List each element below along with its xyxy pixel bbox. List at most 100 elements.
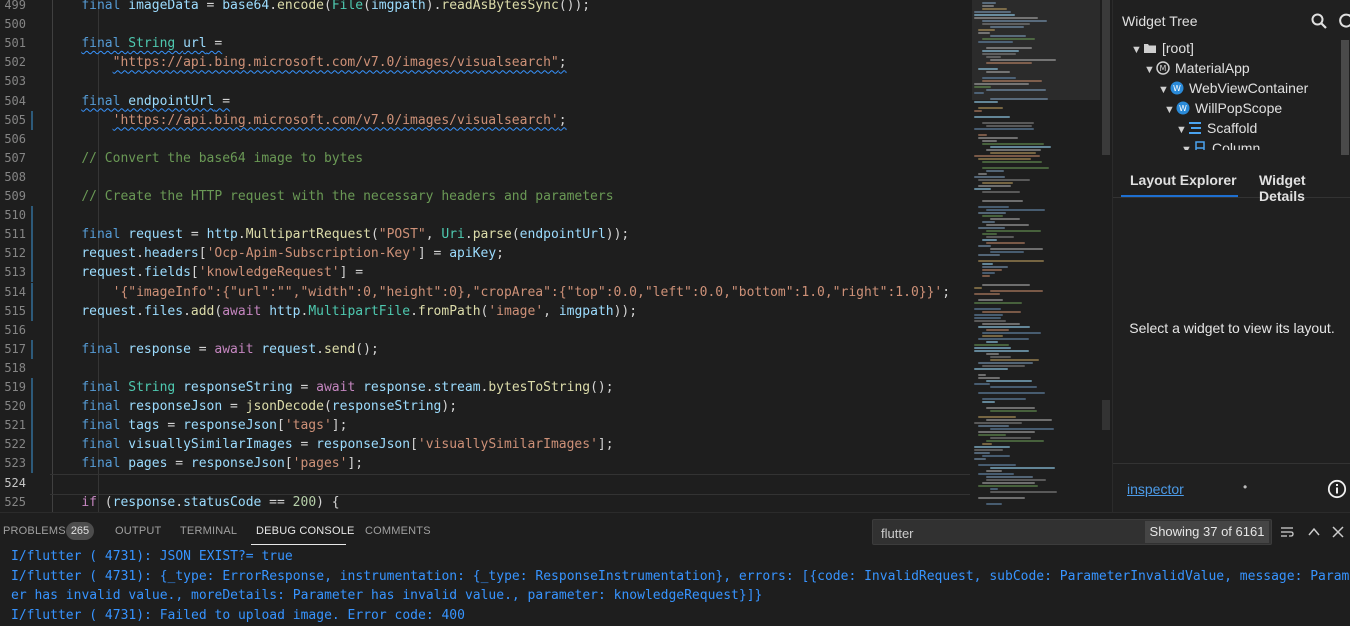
code-token: bytesToString: [488, 380, 591, 395]
tab-widget-details[interactable]: Widget Details: [1259, 172, 1350, 204]
chevron-down-icon[interactable]: ▼: [1181, 140, 1193, 150]
inspector-link[interactable]: inspector: [1127, 481, 1184, 497]
chevron-up-icon[interactable]: [1307, 525, 1321, 539]
chevron-down-icon[interactable]: ▼: [1176, 120, 1188, 140]
search-icon[interactable]: [1310, 12, 1328, 30]
close-icon[interactable]: [1331, 525, 1345, 539]
minimap-line: [986, 125, 1032, 127]
code-line[interactable]: 518: [0, 359, 970, 378]
minimap-line: [982, 221, 995, 223]
code-token: 'image': [488, 303, 544, 319]
scrollbar-thumb[interactable]: [1102, 0, 1110, 155]
problems-count-badge: 265: [66, 522, 94, 540]
code-line[interactable]: 509 // Create the HTTP request with the …: [0, 187, 970, 206]
code-line[interactable]: 524: [0, 473, 970, 495]
code-token: add: [190, 303, 215, 319]
code-text: request.fields['knowledgeRequest'] =: [50, 263, 363, 282]
tree-item-column[interactable]: ▼ Column: [1181, 138, 1260, 150]
code-line[interactable]: 514 '{"imageInfo":{"url":"","width":0,"h…: [0, 282, 970, 302]
code-line[interactable]: 500: [0, 15, 970, 34]
tree-item-materialapp[interactable]: ▼ M MaterialApp: [1144, 58, 1250, 78]
code-token: .: [183, 303, 191, 319]
minimap[interactable]: [972, 0, 1100, 512]
editor-scrollbar[interactable]: [1100, 0, 1112, 512]
code-line[interactable]: 522 final visuallySimilarImages = respon…: [0, 435, 970, 455]
widget-icon: W: [1176, 101, 1190, 115]
code-line[interactable]: 520 final responseJson = jsonDecode(resp…: [0, 397, 970, 417]
minimap-line: [978, 299, 1003, 301]
code-line[interactable]: 521 final tags = responseJson['tags'];: [0, 416, 970, 436]
tab-layout-explorer[interactable]: Layout Explorer: [1130, 172, 1237, 188]
code-line[interactable]: 507 // Convert the base64 image to bytes: [0, 149, 970, 168]
code-token: imgpath: [558, 303, 614, 319]
code-token: [: [284, 456, 293, 472]
code-token: responseJson: [190, 456, 285, 472]
code-token: "https://api.bing.microsoft.com/v7.0/ima…: [112, 55, 559, 71]
code-line[interactable]: 513 request.fields['knowledgeRequest'] =: [0, 263, 970, 283]
minimap-line: [974, 83, 1029, 85]
code-line[interactable]: 508: [0, 168, 970, 187]
code-text: request.files.add(await http.MultipartFi…: [50, 302, 637, 321]
tree-item-willpopscope[interactable]: ▼ W WillPopScope: [1164, 98, 1282, 118]
tree-item-scaffold[interactable]: ▼ Scaffold: [1176, 118, 1257, 138]
code-token: ).: [425, 0, 442, 13]
widget-tree[interactable]: ▼ [root] ▼ M MaterialApp ▼ W WebViewContainer ▼ W…: [1113, 38, 1341, 150]
minimap-line: [990, 26, 1024, 28]
tree-item-root[interactable]: ▼ [root]: [1131, 38, 1194, 58]
bottom-panel: PROBLEMS 265 OUTPUT TERMINAL DEBUG CONSO…: [0, 512, 1350, 626]
chevron-down-icon[interactable]: ▼: [1144, 60, 1156, 80]
minimap-line: [974, 176, 1005, 178]
tab-output[interactable]: OUTPUT: [115, 525, 161, 537]
code-line[interactable]: 515 request.files.add(await http.Multipa…: [0, 301, 970, 321]
word-wrap-icon[interactable]: [1280, 525, 1294, 539]
chevron-down-icon[interactable]: ▼: [1131, 40, 1143, 60]
line-number: 514: [4, 284, 26, 299]
tab-debug-console[interactable]: DEBUG CONSOLE: [256, 525, 355, 537]
code-line[interactable]: 510: [0, 206, 970, 226]
code-line[interactable]: 505 'https://api.bing.microsoft.com/v7.0…: [0, 110, 970, 130]
refresh-icon[interactable]: [1337, 12, 1350, 30]
code-line[interactable]: 504 final endpointUrl =: [0, 92, 970, 111]
code-line[interactable]: 502 "https://api.bing.microsoft.com/v7.0…: [0, 53, 970, 72]
widget-tree-scrollbar[interactable]: [1341, 40, 1349, 155]
minimap-line: [978, 179, 1030, 181]
code-line[interactable]: 501 final String url =: [0, 34, 970, 53]
code-token: await: [222, 303, 270, 319]
code-line[interactable]: 516: [0, 321, 970, 340]
code-editor[interactable]: 499 final imageData = base64.encode(File…: [0, 0, 970, 512]
code-line[interactable]: 506: [0, 130, 970, 149]
chevron-down-icon[interactable]: ▼: [1158, 80, 1170, 100]
code-token: ));: [613, 303, 638, 319]
code-line[interactable]: 499 final imageData = base64.encode(File…: [0, 0, 970, 15]
code-line[interactable]: 512 request.headers['Ocp-Apim-Subscripti…: [0, 244, 970, 264]
tab-comments[interactable]: COMMENTS: [365, 525, 431, 537]
code-line[interactable]: 523 final pages = responseJson['pages'];: [0, 454, 970, 474]
widget-tree-title: Widget Tree: [1122, 13, 1198, 29]
minimap-line: [982, 167, 1049, 169]
code-line[interactable]: 511 final request = http.MultipartReques…: [0, 225, 970, 245]
code-token: =: [292, 437, 317, 453]
code-line[interactable]: 525 if (response.statusCode == 200) {: [0, 493, 970, 512]
tree-item-webviewcontainer[interactable]: ▼ W WebViewContainer: [1158, 78, 1308, 98]
minimap-line: [982, 269, 1002, 271]
minimap-line: [982, 455, 1010, 457]
minimap-line: [990, 488, 998, 490]
chevron-down-icon[interactable]: ▼: [1164, 100, 1176, 120]
code-line[interactable]: 517 final response = await request.send(…: [0, 339, 970, 359]
code-line[interactable]: 519 final String responseString = await …: [0, 378, 970, 397]
code-token: pages: [128, 456, 168, 472]
current-line-highlight: [50, 473, 970, 495]
tab-problems[interactable]: PROBLEMS: [3, 525, 66, 537]
code-text: final String responseString = await resp…: [50, 378, 613, 397]
filter-input[interactable]: [879, 523, 1143, 543]
code-line[interactable]: 503: [0, 72, 970, 91]
minimap-line: [990, 491, 1057, 493]
minimap-line: [974, 11, 1011, 13]
minimap-line: [986, 149, 1041, 151]
code-text: '{"imageInfo":{"url":"","width":0,"heigh…: [50, 283, 950, 302]
tab-terminal[interactable]: TERMINAL: [180, 525, 237, 537]
code-text: final visuallySimilarImages = responseJs…: [50, 435, 613, 454]
info-icon[interactable]: [1327, 479, 1347, 499]
minimap-line: [990, 290, 1043, 292]
